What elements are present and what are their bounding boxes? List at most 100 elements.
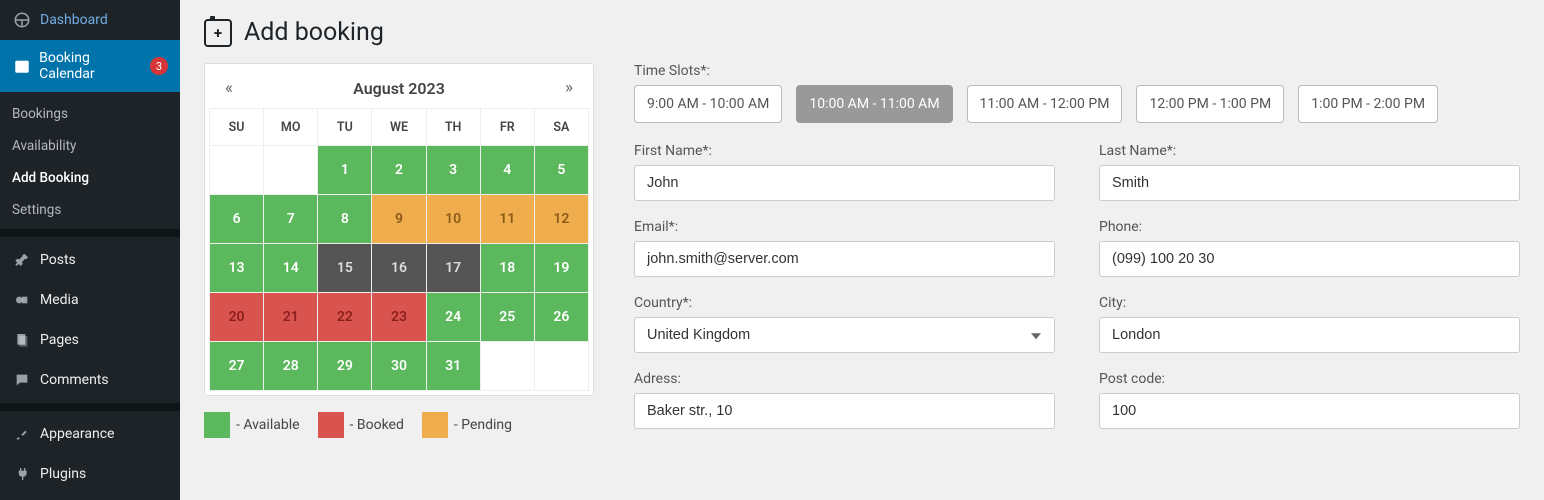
city-input[interactable] xyxy=(1099,317,1520,353)
calendar-day[interactable]: 13 xyxy=(210,244,263,292)
calendar-day[interactable]: 9 xyxy=(372,195,425,243)
calendar-day[interactable]: 23 xyxy=(372,293,425,341)
postcode-label: Post code: xyxy=(1099,371,1520,387)
sidebar-sub-settings[interactable]: Settings xyxy=(0,194,180,226)
time-slot-button[interactable]: 12:00 PM - 1:00 PM xyxy=(1136,85,1284,123)
country-label: Country*: xyxy=(634,295,1055,311)
pages-icon xyxy=(12,330,32,350)
time-slot-button[interactable]: 10:00 AM - 11:00 AM xyxy=(796,85,952,123)
comment-icon xyxy=(12,370,32,390)
sidebar-item-posts[interactable]: Posts xyxy=(0,240,180,280)
calendar-day[interactable]: 18 xyxy=(481,244,534,292)
calendar-day[interactable]: 24 xyxy=(427,293,480,341)
calendar-day[interactable]: 30 xyxy=(372,342,425,390)
dashboard-icon xyxy=(12,10,32,30)
calendar-day[interactable]: 28 xyxy=(264,342,317,390)
time-slots-row: 9:00 AM - 10:00 AM 10:00 AM - 11:00 AM 11:… xyxy=(634,85,1520,123)
calendar-day[interactable]: 14 xyxy=(264,244,317,292)
brush-icon xyxy=(12,424,32,444)
time-slot-button[interactable]: 1:00 PM - 2:00 PM xyxy=(1298,85,1438,123)
sidebar-label: Comments xyxy=(40,372,109,388)
sidebar-sub-add-booking[interactable]: Add Booking xyxy=(0,162,180,194)
phone-input[interactable] xyxy=(1099,241,1520,277)
last-name-label: Last Name*: xyxy=(1099,143,1520,159)
postcode-input[interactable] xyxy=(1099,393,1520,429)
calendar-legend: - Available - Booked - Pending xyxy=(204,412,594,438)
sidebar-label: Pages xyxy=(40,332,79,348)
address-label: Adress: xyxy=(634,371,1055,387)
first-name-label: First Name*: xyxy=(634,143,1055,159)
calendar-day xyxy=(264,146,317,194)
phone-label: Phone: xyxy=(1099,219,1520,235)
sidebar-label: Media xyxy=(40,292,79,308)
sidebar-sub-bookings[interactable]: Bookings xyxy=(0,98,180,130)
media-icon xyxy=(12,290,32,310)
calendar-day[interactable]: 29 xyxy=(318,342,371,390)
sidebar-label: Appearance xyxy=(40,426,114,442)
calendar-day[interactable]: 2 xyxy=(372,146,425,194)
calendar-day[interactable]: 10 xyxy=(427,195,480,243)
calendar-day[interactable]: 27 xyxy=(210,342,263,390)
time-slot-button[interactable]: 11:00 AM - 12:00 PM xyxy=(967,85,1123,123)
sidebar-label: Booking Calendar xyxy=(39,50,144,82)
calendar-prev-button[interactable]: « xyxy=(217,78,241,98)
legend-swatch-pending xyxy=(422,412,448,438)
calendar-dow: SU xyxy=(210,109,263,145)
sidebar-item-appearance[interactable]: Appearance xyxy=(0,414,180,454)
sidebar-item-booking-calendar[interactable]: Booking Calendar 3 xyxy=(0,40,180,92)
email-label: Email*: xyxy=(634,219,1055,235)
calendar-day[interactable]: 11 xyxy=(481,195,534,243)
calendar-day[interactable]: 19 xyxy=(535,244,588,292)
sidebar-label: Plugins xyxy=(40,466,86,482)
sidebar-label: Dashboard xyxy=(40,12,108,28)
calendar-dow: TU xyxy=(318,109,371,145)
city-label: City: xyxy=(1099,295,1520,311)
sidebar-item-comments[interactable]: Comments xyxy=(0,360,180,400)
calendar-dow: SA xyxy=(535,109,588,145)
calendar-day[interactable]: 25 xyxy=(481,293,534,341)
sidebar-sub-availability[interactable]: Availability xyxy=(0,130,180,162)
calendar-day[interactable]: 15 xyxy=(318,244,371,292)
legend-swatch-booked xyxy=(318,412,344,438)
pin-icon xyxy=(12,250,32,270)
calendar-day[interactable]: 21 xyxy=(264,293,317,341)
calendar-day[interactable]: 26 xyxy=(535,293,588,341)
calendar-day[interactable]: 3 xyxy=(427,146,480,194)
last-name-input[interactable] xyxy=(1099,165,1520,201)
calendar-widget: « August 2023 » SUMOTUWETHFRSA1234567891… xyxy=(204,63,594,396)
sidebar-item-pages[interactable]: Pages xyxy=(0,320,180,360)
calendar-day[interactable]: 5 xyxy=(535,146,588,194)
calendar-day[interactable]: 17 xyxy=(427,244,480,292)
sidebar-item-dashboard[interactable]: Dashboard xyxy=(0,0,180,40)
calendar-day[interactable]: 8 xyxy=(318,195,371,243)
calendar-day[interactable]: 31 xyxy=(427,342,480,390)
time-slot-button[interactable]: 9:00 AM - 10:00 AM xyxy=(634,85,782,123)
calendar-day[interactable]: 1 xyxy=(318,146,371,194)
calendar-next-button[interactable]: » xyxy=(557,78,581,98)
calendar-title: August 2023 xyxy=(353,79,445,98)
calendar-day[interactable]: 12 xyxy=(535,195,588,243)
calendar-day[interactable]: 4 xyxy=(481,146,534,194)
address-input[interactable] xyxy=(634,393,1055,429)
calendar-day[interactable]: 16 xyxy=(372,244,425,292)
sidebar-item-plugins[interactable]: Plugins xyxy=(0,454,180,494)
active-indicator-icon xyxy=(180,58,188,74)
country-select[interactable]: United Kingdom xyxy=(634,317,1055,353)
notification-badge: 3 xyxy=(150,57,168,75)
calendar-day[interactable]: 6 xyxy=(210,195,263,243)
calendar-day xyxy=(481,342,534,390)
email-input[interactable] xyxy=(634,241,1055,277)
plug-icon xyxy=(12,464,32,484)
calendar-day[interactable]: 20 xyxy=(210,293,263,341)
calendar-dow: WE xyxy=(372,109,425,145)
first-name-input[interactable] xyxy=(634,165,1055,201)
calendar-icon xyxy=(12,56,31,76)
calendar-day[interactable]: 22 xyxy=(318,293,371,341)
calendar-dow: FR xyxy=(481,109,534,145)
sidebar-item-media[interactable]: Media xyxy=(0,280,180,320)
time-slots-label: Time Slots*: xyxy=(634,63,1520,79)
calendar-day[interactable]: 7 xyxy=(264,195,317,243)
page-title: Add booking xyxy=(244,18,384,47)
sidebar-label: Posts xyxy=(40,252,76,268)
calendar-day xyxy=(535,342,588,390)
